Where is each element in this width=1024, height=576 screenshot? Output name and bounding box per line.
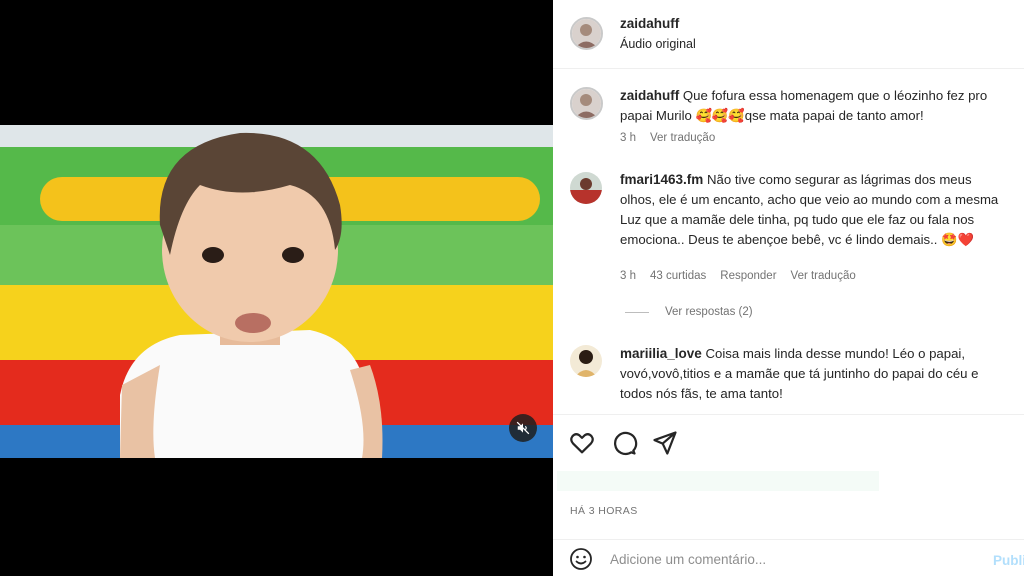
post-panel: zaidahuff Áudio original zaidahuff Que f… — [553, 0, 1024, 576]
comment-item: fmari1463.fm Não tive como segurar as lá… — [553, 170, 1024, 330]
emoji-icon — [570, 548, 592, 570]
comment-meta: 3 h Ver tradução — [620, 132, 715, 144]
comment-item: zaidahuff Que fofura essa homenagem que … — [553, 84, 1024, 164]
mute-button[interactable] — [509, 414, 537, 442]
translate-link[interactable]: Ver tradução — [791, 270, 856, 282]
likes-count[interactable]: 43 curtidas — [650, 270, 706, 282]
emoji-button[interactable] — [569, 547, 593, 571]
post-button[interactable]: Publicar — [993, 553, 1024, 568]
comment-input[interactable] — [610, 548, 980, 570]
add-comment-bar: Publicar — [553, 539, 1024, 576]
post-time: HÁ 3 HORAS — [570, 505, 638, 517]
comment-username[interactable]: fmari1463.fm — [620, 172, 703, 187]
comments-list: zaidahuff Que fofura essa homenagem que … — [553, 70, 1024, 414]
post-header: zaidahuff Áudio original — [553, 0, 1024, 69]
avatar[interactable] — [570, 17, 603, 50]
comment-meta: 3 h 43 curtidas Responder Ver tradução — [620, 270, 856, 282]
comment-button[interactable] — [610, 429, 638, 457]
header-username[interactable]: zaidahuff — [620, 16, 679, 31]
share-icon — [653, 431, 677, 455]
post-actions: HÁ 3 HORAS — [553, 414, 1024, 539]
comment-time: 3 h — [620, 132, 636, 144]
heart-icon — [570, 433, 594, 454]
video-player[interactable] — [0, 125, 553, 458]
share-button[interactable] — [651, 429, 679, 457]
avatar[interactable] — [570, 345, 602, 377]
view-replies-button[interactable]: Ver respostas (2) — [625, 306, 753, 318]
reply-button[interactable]: Responder — [720, 270, 776, 282]
avatar[interactable] — [570, 87, 603, 120]
avatar[interactable] — [570, 172, 602, 204]
comment-time: 3 h — [620, 270, 636, 282]
comment-icon — [614, 431, 638, 456]
view-replies-label: Ver respostas (2) — [665, 306, 753, 318]
replies-divider — [625, 311, 649, 313]
comment-body: fmari1463.fm Não tive como segurar as lá… — [620, 170, 1000, 250]
media-panel — [0, 0, 553, 576]
like-button[interactable] — [568, 429, 596, 457]
likes-summary — [557, 471, 879, 491]
comment-username[interactable]: mariilia_love — [620, 346, 702, 361]
mute-icon — [516, 421, 530, 435]
comment-item: mariilia_love Coisa mais linda desse mun… — [553, 343, 1024, 413]
child-figure — [120, 132, 383, 458]
comment-body: zaidahuff Que fofura essa homenagem que … — [620, 86, 1000, 126]
comment-username[interactable]: zaidahuff — [620, 88, 679, 103]
header-subtitle[interactable]: Áudio original — [620, 37, 696, 51]
translate-link[interactable]: Ver tradução — [650, 132, 715, 144]
comment-body: mariilia_love Coisa mais linda desse mun… — [620, 344, 1000, 404]
